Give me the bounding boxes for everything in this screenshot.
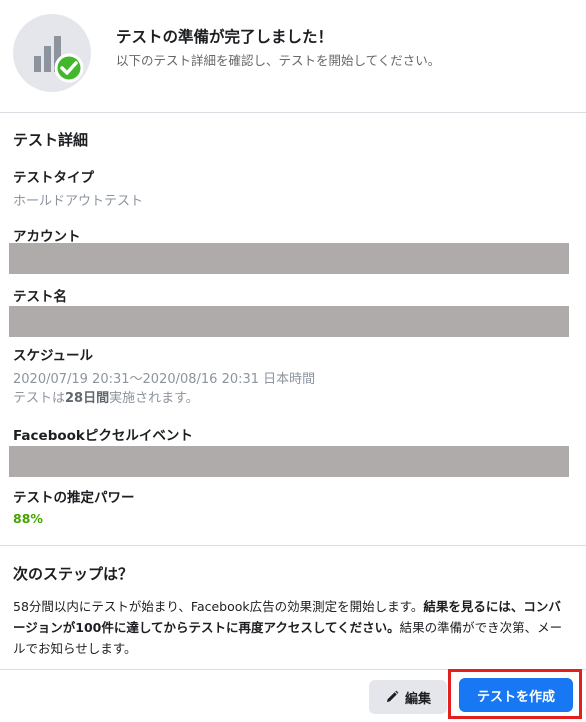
divider xyxy=(0,545,586,546)
header: テストの準備が完了しました！ 以下のテスト詳細を確認し、テストを開始してください… xyxy=(0,0,586,112)
schedule-note-suffix: 実施されます。 xyxy=(109,391,199,406)
details-section-title: テスト詳細 xyxy=(13,131,89,149)
test-type-value: ホールドアウトテスト xyxy=(13,194,144,209)
schedule-range: 2020/07/19 20:31〜2020/08/16 20:31 日本時間 xyxy=(13,372,316,387)
highlight-box xyxy=(448,669,582,719)
header-title: テストの準備が完了しました！ xyxy=(116,28,334,46)
divider xyxy=(0,112,586,113)
test-name-label: テスト名 xyxy=(13,289,67,305)
power-label: テストの推定パワー xyxy=(13,490,135,506)
header-subtitle: 以下のテスト詳細を確認し、テストを開始してください。 xyxy=(116,53,441,68)
power-value: 88% xyxy=(13,511,43,526)
schedule-note-prefix: テストは xyxy=(13,391,66,406)
pixel-event-label: Facebookピクセルイベント xyxy=(13,428,193,444)
schedule-label: スケジュール xyxy=(13,348,94,364)
test-type-label: テストタイプ xyxy=(13,170,94,186)
next-steps-title: 次のステップは？ xyxy=(13,565,134,583)
edit-button[interactable]: 編集 xyxy=(369,680,447,714)
next-steps-text-1: 58分間以内にテストが始まり、Facebook広告の効果測定を開始します。 xyxy=(13,599,424,614)
schedule-note-duration: 28日間 xyxy=(65,391,110,406)
next-steps-text: 58分間以内にテストが始まり、Facebook広告の効果測定を開始します。結果を… xyxy=(13,596,573,659)
pixel-event-redacted xyxy=(9,446,569,477)
test-name-redacted xyxy=(9,306,569,337)
account-redacted xyxy=(9,243,569,274)
schedule-note: テストは28日間実施されます。 xyxy=(13,387,199,406)
account-label: アカウント xyxy=(13,229,81,245)
pencil-icon xyxy=(386,690,399,702)
chart-check-icon xyxy=(13,14,91,92)
edit-button-label: 編集 xyxy=(404,691,431,707)
